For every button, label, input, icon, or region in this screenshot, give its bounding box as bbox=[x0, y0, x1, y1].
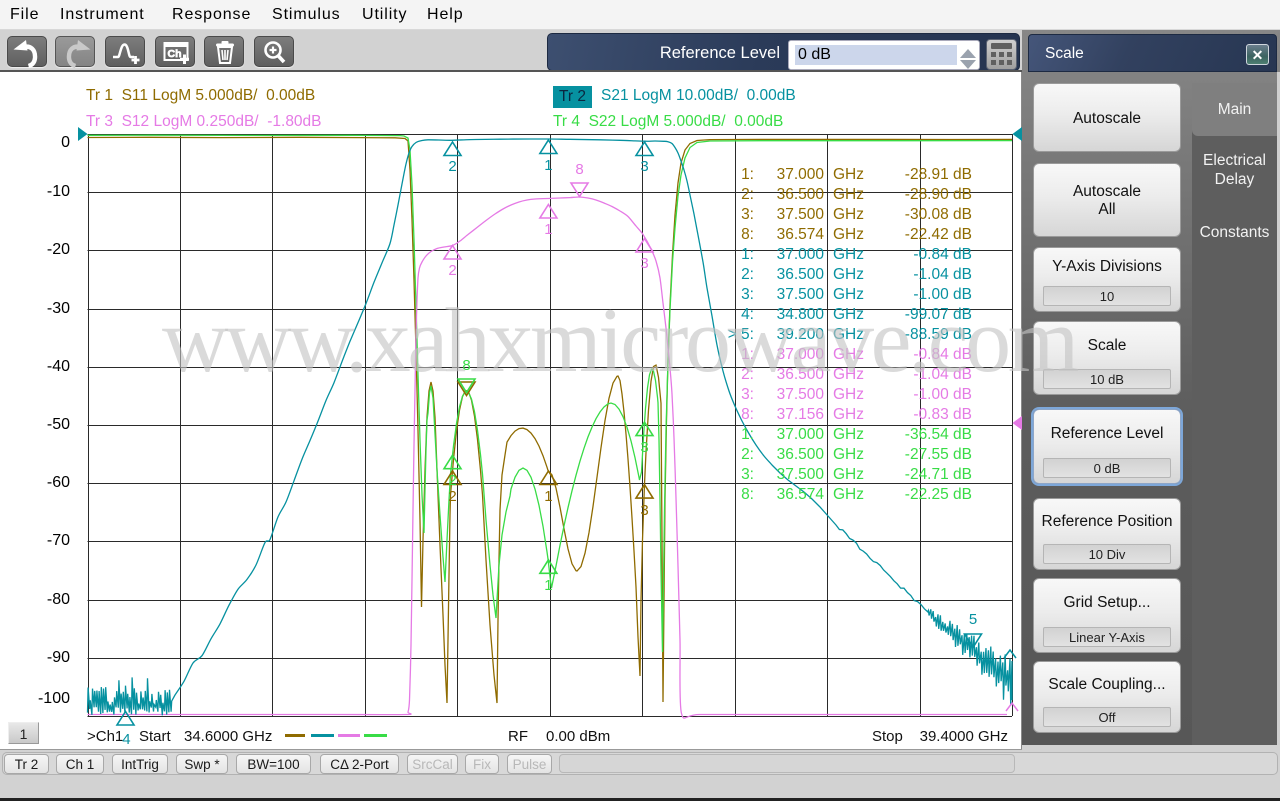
svg-text:Ch: Ch bbox=[168, 48, 182, 60]
